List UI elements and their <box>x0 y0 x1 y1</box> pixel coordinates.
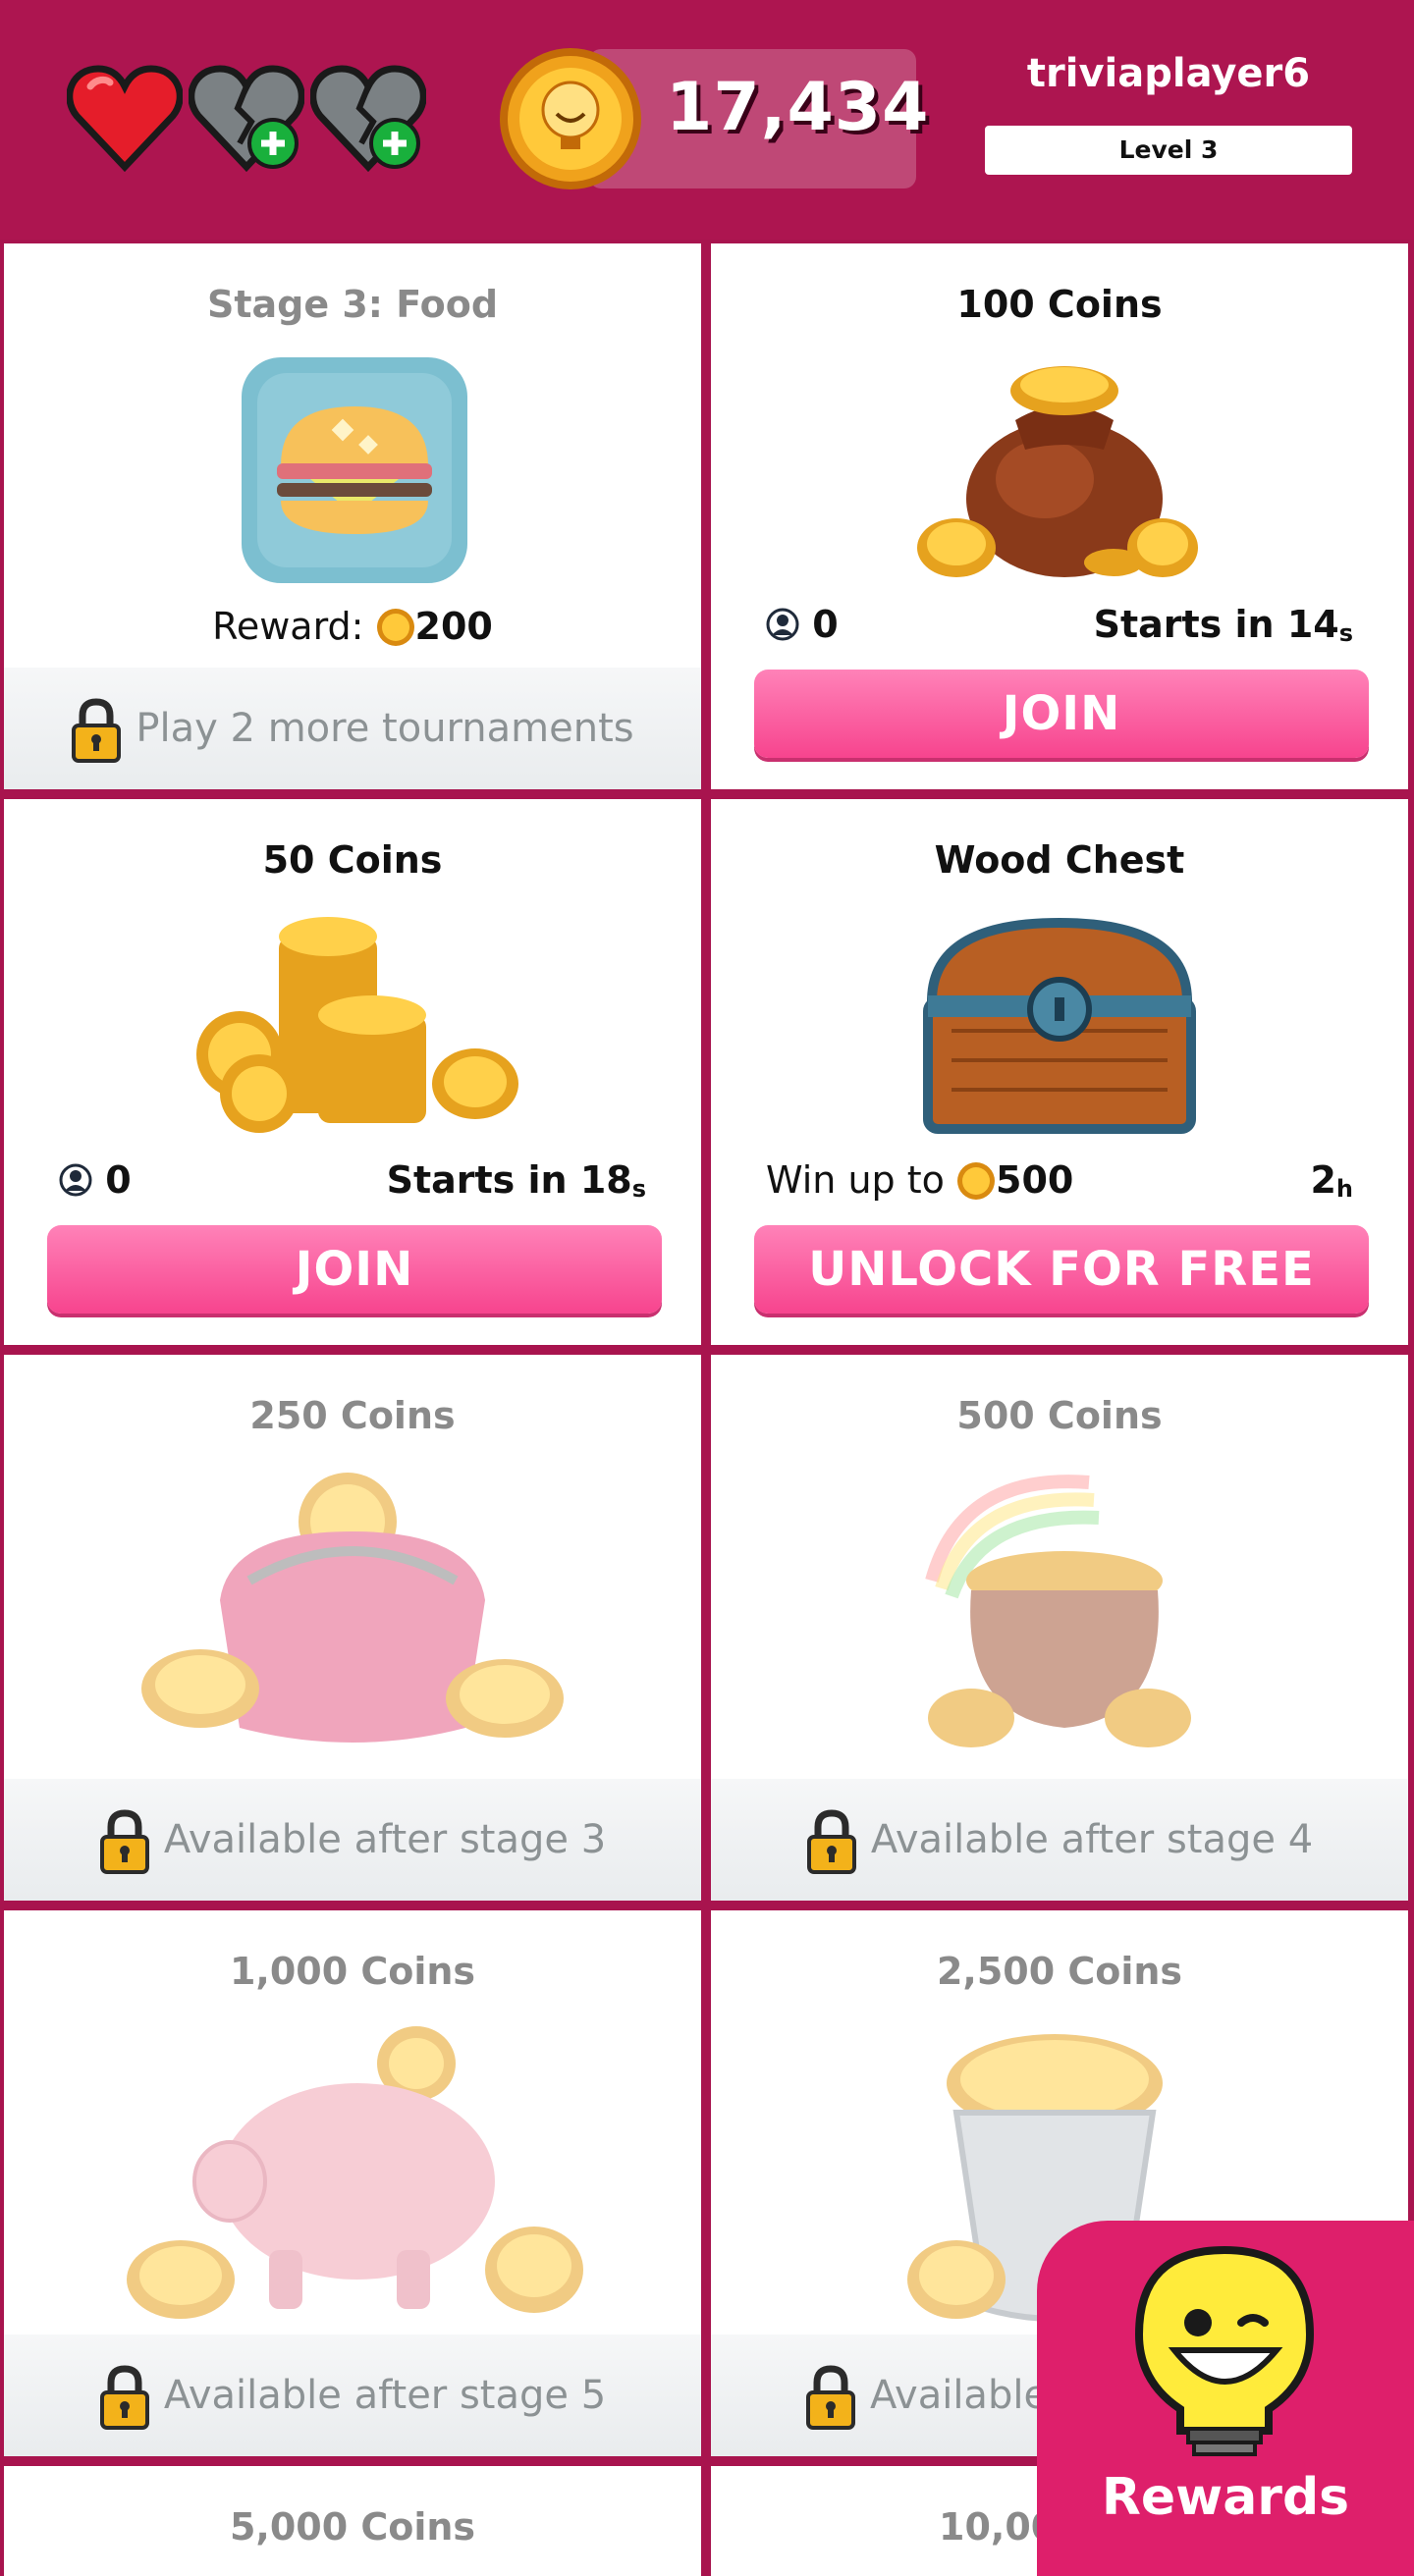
level-bar: Level 3 <box>985 126 1352 175</box>
reward-value: 200 <box>414 605 493 648</box>
wood-chest-icon <box>923 917 1196 1134</box>
tournament-card-500: 500 Coins Available after stage 4 <box>711 1355 1408 1901</box>
win-up-to: Win up to 500 <box>766 1158 1073 1202</box>
coin-balance: 17,434 <box>666 69 930 146</box>
coin-icon <box>376 609 414 646</box>
unlock-timer-unit: h <box>1335 1175 1353 1203</box>
lock-icon <box>806 1809 856 1874</box>
tournament-card-1000: 1,000 Coins Available after stage 5 <box>4 1910 701 2456</box>
footer-text: Available <box>870 2373 1049 2418</box>
lock-icon <box>99 2365 149 2430</box>
unlock-timer-text: 2 <box>1310 1158 1336 1202</box>
card-title: 5,000 Coins <box>229 2505 476 2549</box>
lock-icon <box>72 698 122 763</box>
lock-icon <box>99 1809 149 1874</box>
rewards-label: Rewards <box>1101 2468 1350 2527</box>
coin-icon <box>500 48 641 189</box>
unlock-timer: 2h <box>1310 1158 1353 1203</box>
tournament-card-100[interactable]: 100 Coins 0 Starts in 14s JOIN <box>711 243 1408 789</box>
user-icon <box>59 1163 92 1197</box>
start-timer-unit: s <box>631 1175 646 1203</box>
tournament-card-5000: 5,000 Coins <box>4 2466 701 2576</box>
lightbulb-mascot-icon <box>1134 2245 1315 2456</box>
user-icon <box>766 608 799 641</box>
stage-title: Stage 3: Food <box>206 283 499 326</box>
player-count: 0 <box>766 603 839 646</box>
footer-text: Available after stage 4 <box>870 1817 1314 1862</box>
wood-chest-card[interactable]: Wood Chest Win up to 500 2h UNLOCK FOR F… <box>711 799 1408 1345</box>
broken-heart-add-icon[interactable] <box>310 65 426 173</box>
piggy-bank-icon <box>127 2026 583 2319</box>
locked-footer: Available after stage 5 <box>4 2334 701 2456</box>
start-timer-text: Starts in 18 <box>386 1158 632 1202</box>
locked-footer: Available after stage 3 <box>4 1779 701 1901</box>
coin-icon <box>957 1162 995 1200</box>
player-count: 0 <box>59 1158 132 1202</box>
start-timer: Starts in 14s <box>1094 603 1353 647</box>
win-value: 500 <box>996 1158 1074 1202</box>
card-title: 250 Coins <box>249 1394 456 1437</box>
broken-heart-add-icon[interactable] <box>189 65 304 173</box>
coin-purse-icon <box>141 1473 564 1743</box>
coin-stacks-icon <box>196 917 518 1133</box>
tournament-card-250: 250 Coins Available after stage 3 <box>4 1355 701 1901</box>
footer-text: Available after stage 3 <box>163 1817 607 1862</box>
rewards-button[interactable]: Rewards <box>1037 2221 1414 2576</box>
join-button[interactable]: JOIN <box>47 1225 662 1314</box>
unlock-button[interactable]: UNLOCK FOR FREE <box>754 1225 1369 1314</box>
card-title: 500 Coins <box>956 1394 1163 1437</box>
card-title: 100 Coins <box>956 283 1163 326</box>
burger-icon <box>242 357 467 583</box>
card-title: 2,500 Coins <box>936 1950 1183 1993</box>
card-title: 1,000 Coins <box>229 1950 476 1993</box>
card-title: 50 Coins <box>262 838 443 882</box>
card-title: Wood Chest <box>934 838 1185 882</box>
locked-footer: Available after stage 4 <box>711 1779 1408 1901</box>
pot-of-gold-icon <box>925 1475 1191 1747</box>
player-count-value: 0 <box>812 603 839 646</box>
footer-text: Play 2 more tournaments <box>136 706 634 751</box>
heart-icon <box>67 65 183 173</box>
player-count-value: 0 <box>105 1158 132 1202</box>
top-bar: 17,434 triviaplayer6 Level 3 <box>0 0 1414 240</box>
username: triviaplayer6 <box>1026 51 1311 96</box>
stage-card[interactable]: Stage 3: Food Reward: 200 Play 2 more to… <box>4 243 701 789</box>
coin-bag-icon <box>917 366 1198 577</box>
tournament-card-50[interactable]: 50 Coins 0 Starts in 18s JOIN <box>4 799 701 1345</box>
lock-icon <box>806 2365 855 2430</box>
start-timer-text: Starts in 14 <box>1093 603 1339 646</box>
join-button[interactable]: JOIN <box>754 670 1369 758</box>
win-label: Win up to <box>766 1158 945 1202</box>
footer-text: Available after stage 5 <box>163 2373 607 2418</box>
reward-row: Reward: 200 <box>4 605 701 648</box>
start-timer-unit: s <box>1338 619 1353 647</box>
locked-footer: Play 2 more tournaments <box>4 668 701 789</box>
reward-label: Reward: <box>212 605 364 648</box>
start-timer: Starts in 18s <box>387 1158 646 1203</box>
